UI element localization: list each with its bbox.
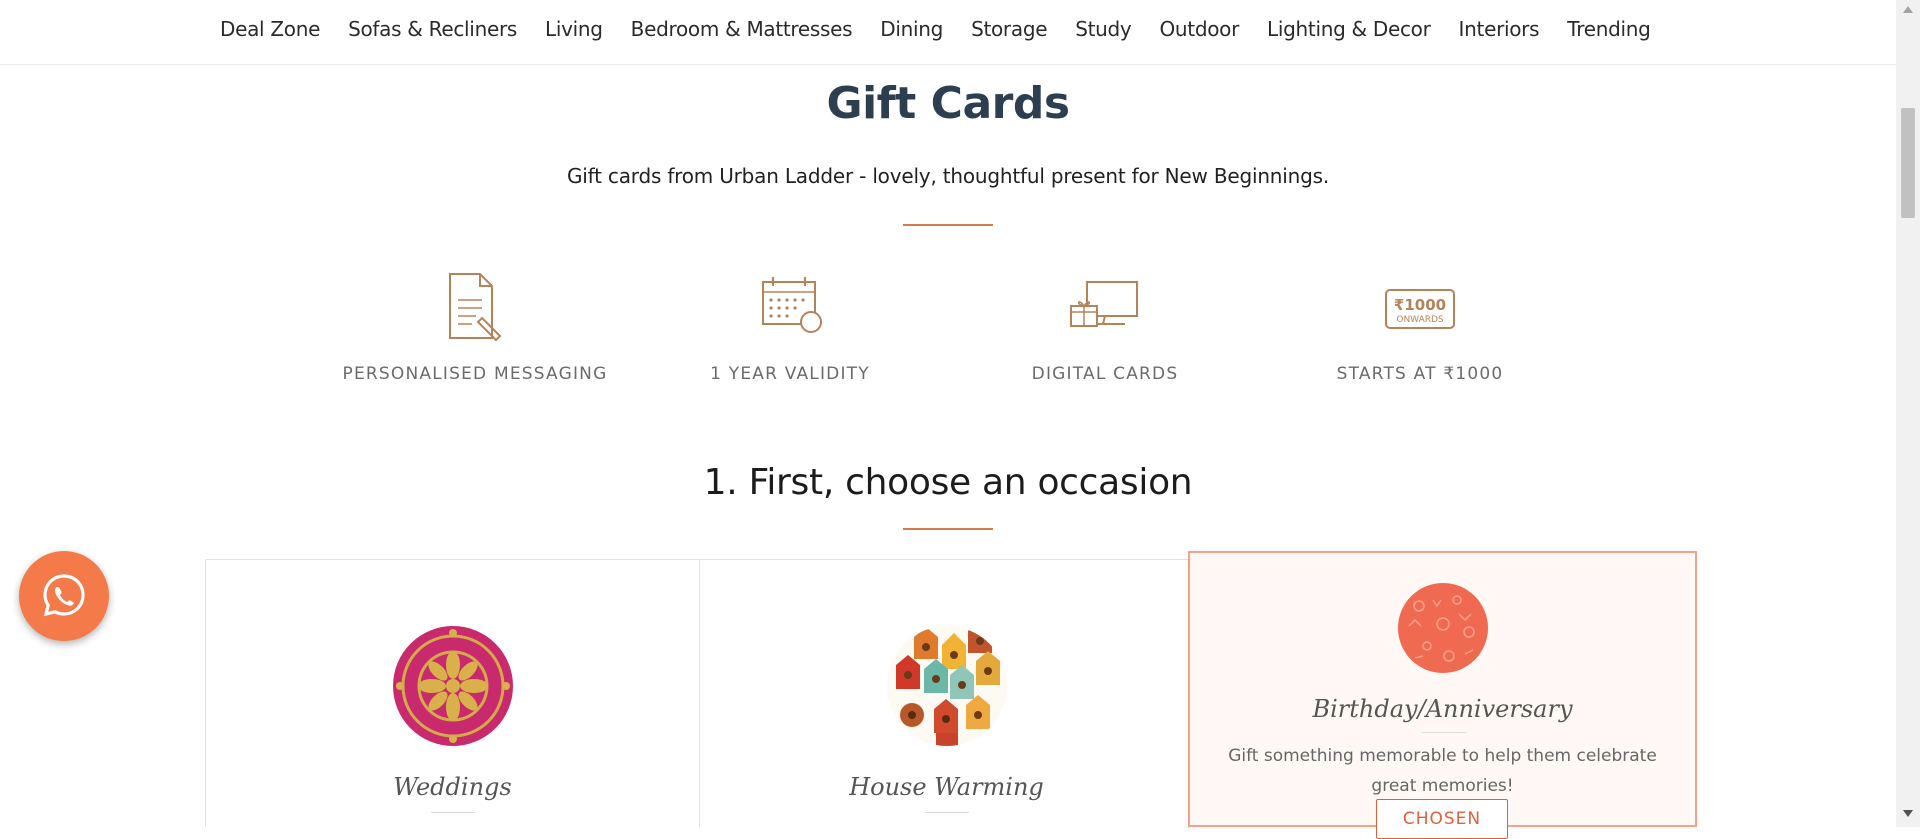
nav-menu: Deal Zone Sofas & Recliners Living Bedro… (220, 16, 1651, 42)
nav-item-outdoor[interactable]: Outdoor (1159, 16, 1239, 42)
whatsapp-icon (43, 574, 85, 617)
occasion-name: Birthday/Anniversary (1312, 695, 1573, 723)
occasion-card-weddings[interactable]: Weddings (205, 559, 700, 827)
nav-item-study[interactable]: Study (1075, 16, 1132, 42)
step-divider (903, 528, 993, 530)
feature-list: PERSONALISED MESSAGING 1 YEAR VALIDITY D… (315, 270, 1575, 400)
calendar-icon (762, 277, 822, 333)
feature-label: 1 YEAR VALIDITY (710, 364, 870, 384)
occasion-description: Gift something memorable to help them ce… (1228, 746, 1657, 796)
document-pen-icon (449, 273, 502, 342)
feature-digital-cards: DIGITAL CARDS (945, 270, 1265, 384)
feature-label: PERSONALISED MESSAGING (342, 364, 608, 384)
chosen-button[interactable]: CHOSEN (1376, 799, 1508, 839)
feature-starts-at: ₹1000 ONWARDS STARTS AT ₹1000 (1260, 270, 1580, 384)
occasion-cards: Weddings House Warming Birthday/Annivers… (205, 551, 1697, 839)
wedding-pattern-image (393, 626, 513, 746)
price-tag-icon: ₹1000 ONWARDS (1385, 289, 1455, 329)
occasion-name-underline (925, 812, 969, 813)
nav-item-dining[interactable]: Dining (880, 16, 943, 42)
occasion-name: Weddings (393, 773, 512, 801)
nav-item-bedroom-mattresses[interactable]: Bedroom & Mattresses (631, 16, 853, 42)
title-divider (903, 224, 993, 226)
occasion-name: House Warming (849, 773, 1044, 801)
nav-item-deal-zone[interactable]: Deal Zone (220, 16, 320, 42)
vertical-scrollbar[interactable] (1896, 0, 1920, 827)
nav-item-storage[interactable]: Storage (971, 16, 1047, 42)
nav-item-interiors[interactable]: Interiors (1459, 16, 1540, 42)
birdhouse-pattern-image (887, 626, 1007, 746)
nav-item-trending[interactable]: Trending (1567, 16, 1651, 42)
birthday-pattern-image (1398, 583, 1488, 673)
main-nav: Deal Zone Sofas & Recliners Living Bedro… (0, 0, 1896, 65)
scrollbar-thumb[interactable] (1901, 108, 1915, 218)
nav-item-lighting-decor[interactable]: Lighting & Decor (1267, 16, 1431, 42)
page-title: Gift Cards (826, 78, 1070, 129)
price-badge-text: ONWARDS (1396, 315, 1444, 325)
feature-personalised-messaging: PERSONALISED MESSAGING (315, 270, 635, 384)
occasion-card-birthday-anniversary[interactable]: Birthday/Anniversary Gift something memo… (1188, 551, 1697, 839)
scroll-up-icon[interactable] (1903, 6, 1913, 13)
feature-validity: 1 YEAR VALIDITY (630, 270, 950, 384)
nav-item-sofas-recliners[interactable]: Sofas & Recliners (348, 16, 517, 42)
whatsapp-button[interactable] (19, 551, 109, 641)
occasion-card-house-warming[interactable]: House Warming (699, 559, 1194, 827)
scroll-down-icon[interactable] (1903, 810, 1913, 817)
feature-label: DIGITAL CARDS (1031, 364, 1179, 384)
page-subtitle: Gift cards from Urban Ladder - lovely, t… (566, 164, 1329, 188)
gift-monitor-icon (1070, 281, 1138, 327)
occasion-name-underline (431, 812, 475, 813)
price-badge-amount: ₹1000 (1394, 296, 1446, 314)
feature-label: STARTS AT ₹1000 (1336, 364, 1504, 384)
occasion-name-underline (1422, 732, 1466, 733)
nav-item-living[interactable]: Living (545, 16, 603, 42)
step-title: 1. First, choose an occasion (703, 462, 1193, 503)
